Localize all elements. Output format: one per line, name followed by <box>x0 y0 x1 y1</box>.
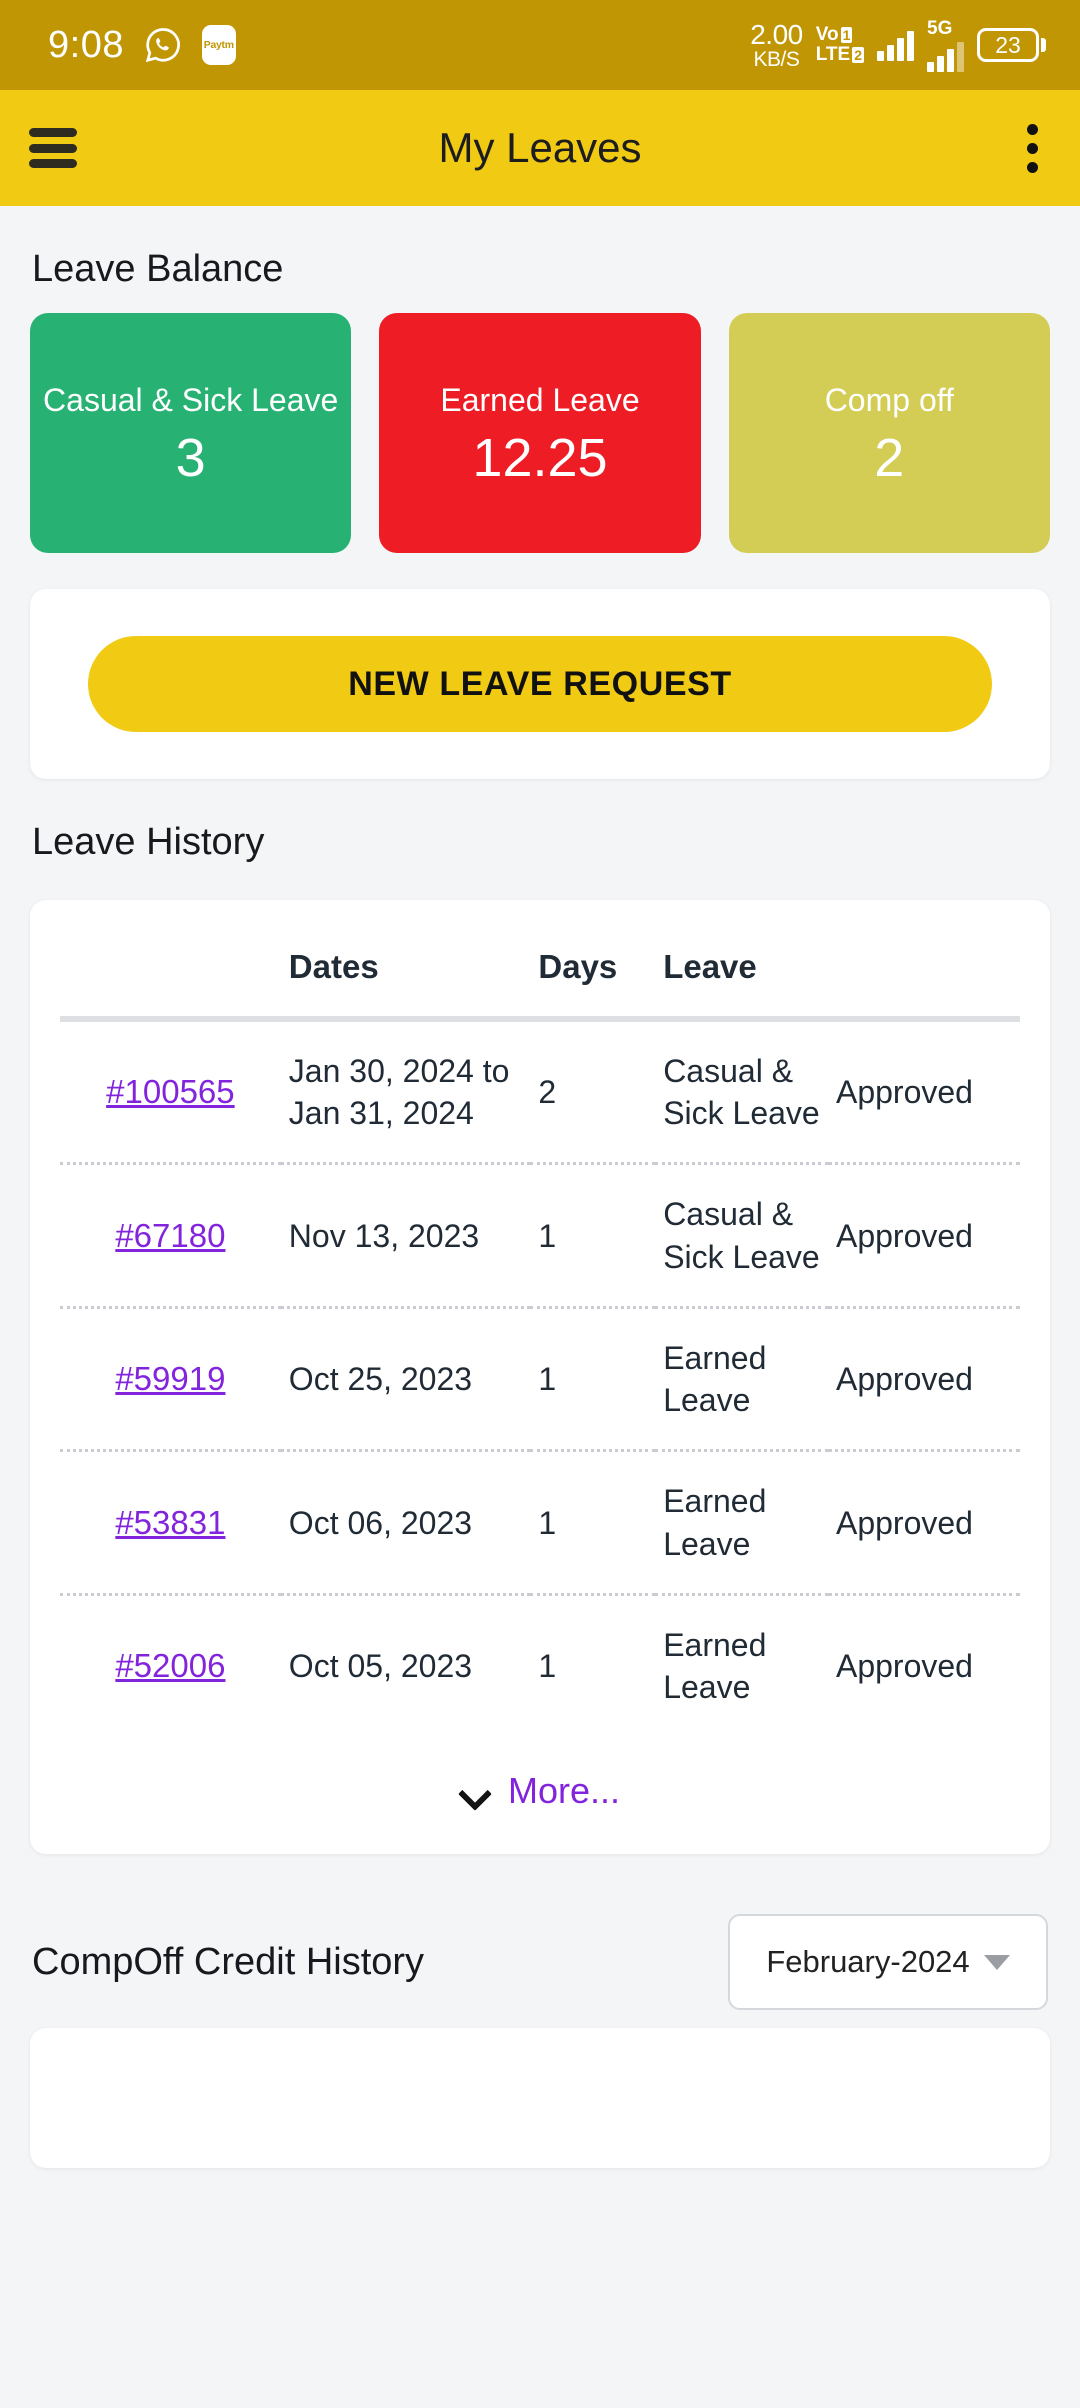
new-leave-request-button[interactable]: NEW LEAVE REQUEST <box>88 636 992 732</box>
leave-balance-heading: Leave Balance <box>32 248 284 290</box>
month-select-value: February-2024 <box>766 1944 970 1980</box>
leave-dates: Nov 13, 2023 <box>288 1217 480 1254</box>
new-leave-request-panel: NEW LEAVE REQUEST <box>30 589 1050 779</box>
balance-card-label: Earned Leave <box>440 381 640 418</box>
balance-card-value: 3 <box>175 427 206 488</box>
status-badge: Approved <box>835 1217 973 1254</box>
hamburger-menu-icon[interactable] <box>24 125 82 171</box>
status-clock: 9:08 <box>48 24 124 66</box>
compoff-credit-history-panel <box>30 2028 1050 2169</box>
leave-days: 1 <box>538 1217 557 1254</box>
app-bar: My Leaves <box>0 90 1080 206</box>
leave-type: Earned Leave <box>663 1483 767 1562</box>
table-header-row: Dates Days Leave <box>60 934 1020 1019</box>
load-more-button[interactable]: More... <box>60 1736 1020 1828</box>
column-header-id <box>60 934 281 1019</box>
leave-history-table-head: Dates Days Leave <box>60 934 1020 1019</box>
compoff-credit-history-header: CompOff Credit History February-2024 <box>30 1914 1050 2011</box>
column-header-dates: Dates <box>288 948 379 985</box>
status-badge: Approved <box>835 1504 973 1541</box>
leave-days: 1 <box>538 1647 557 1684</box>
leave-id-link[interactable]: #100565 <box>106 1073 234 1110</box>
leave-id-link[interactable]: #59919 <box>115 1360 225 1397</box>
chevron-down-icon <box>460 1782 490 1800</box>
app-screen: 9:08 Paytm 2.00 KB/S Vo 1 LTE 2 5G 23 My… <box>0 0 1080 2408</box>
volte-indicator: Vo 1 LTE 2 <box>816 25 864 65</box>
compoff-credit-history-heading: CompOff Credit History <box>32 1940 425 1983</box>
leave-dates: Oct 05, 2023 <box>288 1647 473 1684</box>
sim1-badge: 1 <box>840 27 853 44</box>
whatsapp-icon <box>144 26 182 64</box>
table-row[interactable]: #52006 Oct 05, 2023 1 Earned Leave Appro… <box>60 1594 1020 1736</box>
column-header-days: Days <box>538 948 618 985</box>
network-speed-value: 2.00 <box>750 18 803 50</box>
sim2-badge: 2 <box>852 46 864 63</box>
battery-tip-icon <box>1041 38 1046 52</box>
leave-dates: Oct 06, 2023 <box>288 1504 473 1541</box>
leave-dates: Jan 30, 2024 to Jan 31, 2024 <box>288 1053 510 1132</box>
volte-line2: LTE <box>815 44 851 65</box>
page-title: My Leaves <box>438 124 642 171</box>
status-badge: Approved <box>835 1647 973 1684</box>
table-row[interactable]: #59919 Oct 25, 2023 1 Earned Leave Appro… <box>60 1307 1020 1450</box>
leave-history-table-body: #100565 Jan 30, 2024 to Jan 31, 2024 2 C… <box>60 1019 1020 1736</box>
leave-type: Casual & Sick Leave <box>663 1053 820 1132</box>
signal-bars-sim1-icon <box>877 29 914 61</box>
table-row[interactable]: #100565 Jan 30, 2024 to Jan 31, 2024 2 C… <box>60 1019 1020 1164</box>
status-bar-left: 9:08 Paytm <box>48 25 236 65</box>
table-row[interactable]: #67180 Nov 13, 2023 1 Casual & Sick Leav… <box>60 1163 1020 1307</box>
leave-type: Casual & Sick Leave <box>663 1196 820 1275</box>
network-type-indicator: 5G <box>927 19 964 72</box>
main-content: Leave Balance Casual & Sick Leave 3 Earn… <box>0 248 1080 2169</box>
status-badge: Approved <box>835 1074 973 1111</box>
leave-id-link[interactable]: #52006 <box>115 1647 225 1684</box>
caret-down-icon <box>983 1954 1010 1970</box>
balance-card-value: 12.25 <box>472 427 608 488</box>
balance-card-label: Casual & Sick Leave <box>43 381 339 418</box>
balance-card-earned-leave[interactable]: Earned Leave 12.25 <box>379 313 701 553</box>
leave-days: 2 <box>538 1074 557 1111</box>
battery-indicator: 23 <box>977 28 1046 62</box>
leave-type: Earned Leave <box>663 1339 767 1419</box>
network-speed-unit: KB/S <box>753 47 800 71</box>
balance-card-comp-off[interactable]: Comp off 2 <box>728 313 1050 553</box>
status-badge: Approved <box>835 1361 973 1398</box>
status-bar: 9:08 Paytm 2.00 KB/S Vo 1 LTE 2 5G 23 <box>0 0 1080 90</box>
battery-level: 23 <box>977 28 1039 62</box>
leave-days: 1 <box>538 1504 557 1541</box>
table-row[interactable]: #53831 Oct 06, 2023 1 Earned Leave Appro… <box>60 1450 1020 1594</box>
paytm-icon: Paytm <box>201 25 236 65</box>
leave-history-table: Dates Days Leave #100565 Jan 30, 2024 to… <box>60 934 1020 1736</box>
balance-card-label: Comp off <box>824 381 954 418</box>
balance-card-casual-sick-leave[interactable]: Casual & Sick Leave 3 <box>30 313 352 553</box>
leave-id-link[interactable]: #67180 <box>115 1217 225 1254</box>
month-select-dropdown[interactable]: February-2024 <box>728 1914 1048 2011</box>
signal-bars-sim2-icon <box>927 40 964 72</box>
column-header-status <box>828 934 1020 1019</box>
network-type-label: 5G <box>927 17 953 39</box>
balance-card-value: 2 <box>874 427 905 488</box>
leave-type: Earned Leave <box>663 1626 767 1706</box>
network-speed-indicator: 2.00 KB/S <box>750 18 803 71</box>
leave-balance-cards: Casual & Sick Leave 3 Earned Leave 12.25… <box>30 313 1050 553</box>
leave-history-heading: Leave History <box>32 821 265 863</box>
leave-id-link[interactable]: #53831 <box>115 1504 225 1541</box>
leave-history-panel: Dates Days Leave #100565 Jan 30, 2024 to… <box>30 900 1050 1855</box>
leave-dates: Oct 25, 2023 <box>288 1361 473 1398</box>
volte-line1: Vo <box>815 24 839 46</box>
load-more-label: More... <box>507 1770 621 1812</box>
status-bar-right: 2.00 KB/S Vo 1 LTE 2 5G 23 <box>750 19 1046 72</box>
kebab-menu-icon[interactable] <box>1022 117 1042 179</box>
leave-days: 1 <box>538 1361 557 1398</box>
column-header-leave: Leave <box>663 948 757 985</box>
